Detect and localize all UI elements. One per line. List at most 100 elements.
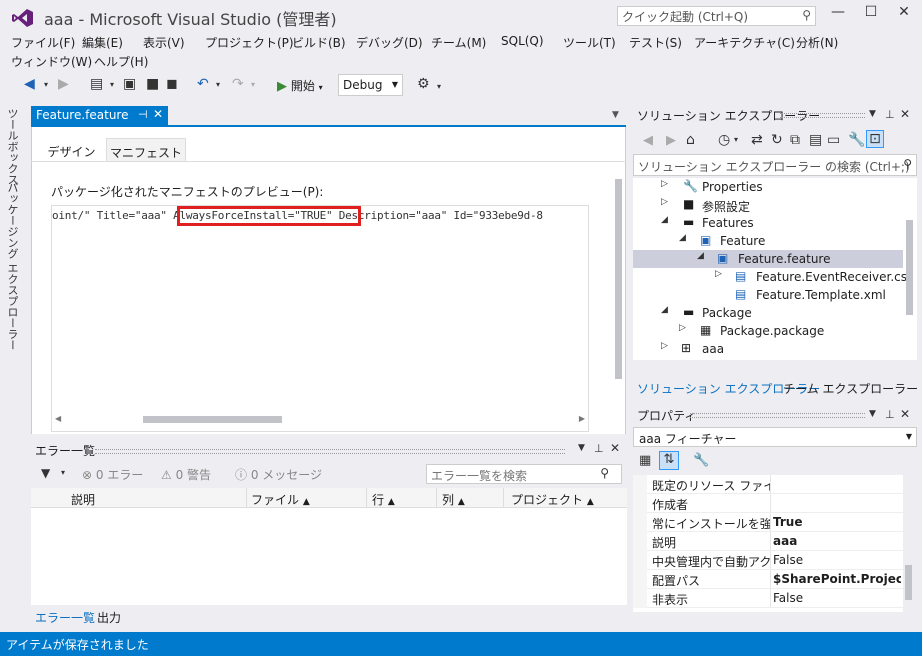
history-icon[interactable]: ◷ [718, 132, 730, 148]
tab-design[interactable]: デザイン [43, 138, 100, 162]
scroll-left-icon[interactable]: ◀ [55, 414, 61, 423]
tab-output[interactable]: 出力 [97, 609, 121, 626]
undo-icon[interactable]: ↶ [197, 76, 209, 92]
window-position-icon[interactable]: ▼ [869, 409, 876, 419]
close-icon[interactable]: ✕ [610, 441, 620, 455]
menu-architecture[interactable]: アーキテクチャ(C) [694, 34, 795, 51]
undo-dropdown-icon[interactable]: ▾ [216, 80, 220, 89]
forward-icon[interactable]: ▶ [58, 76, 69, 92]
property-pages-icon[interactable]: 🔧 [693, 453, 709, 468]
collapse-all-icon[interactable]: ⧉ [790, 132, 800, 148]
property-row-always-force-install[interactable]: 常にインストールを強制 True [633, 513, 903, 532]
tree-item-properties[interactable]: ▷ 🔧 Properties [633, 178, 903, 196]
preview-selected-icon[interactable]: ⊡ [866, 130, 884, 148]
property-row[interactable]: 非表示 False [633, 589, 903, 608]
save-all-icon[interactable]: ◼ [166, 76, 178, 92]
column-project[interactable]: プロジェクト ▲ [511, 491, 594, 508]
start-debug-button[interactable]: ▶ 開始 ▾ [277, 77, 323, 94]
error-list-search-input[interactable]: エラー一覧を検索 ⚲ [426, 464, 622, 484]
property-row[interactable]: 既定のリソース ファイル [633, 475, 903, 494]
errors-filter-button[interactable]: ⊗ 0 エラー [82, 466, 143, 483]
tab-team-explorer[interactable]: チーム エクスプローラー [783, 380, 918, 397]
packaging-explorer-tab[interactable]: パッケージング エクスプローラー [4, 182, 20, 351]
back-icon[interactable]: ◀ [643, 133, 653, 148]
scroll-thumb[interactable] [615, 179, 622, 379]
document-list-dropdown-icon[interactable]: ▼ [612, 110, 619, 120]
menu-file[interactable]: ファイル(F) [11, 34, 75, 51]
tree-item-package[interactable]: ▷ ▦ Package.package [633, 322, 903, 340]
home-icon[interactable]: ⌂ [686, 132, 695, 148]
column-description[interactable]: 説明 [71, 491, 95, 508]
tab-error-list[interactable]: エラー一覧 [35, 609, 95, 626]
properties-scrollbar[interactable] [903, 475, 915, 612]
menu-team[interactable]: チーム(M) [431, 34, 486, 51]
scroll-thumb[interactable] [906, 220, 913, 315]
close-icon[interactable]: ✕ [900, 107, 910, 121]
tree-item-feature-file[interactable]: ◢ ▣ Feature.feature [633, 250, 903, 268]
collapse-arrow-icon[interactable]: ◢ [661, 215, 668, 225]
show-all-files-icon[interactable]: ▤ [809, 132, 822, 148]
solution-explorer-search-input[interactable]: ソリューション エクスプローラー の検索 (Ctrl+;) ⚲ [633, 154, 917, 176]
column-file[interactable]: ファイル ▲ [251, 491, 310, 508]
close-icon[interactable]: ✕ [900, 407, 910, 421]
close-window-button[interactable]: ✕ [890, 4, 918, 24]
expand-arrow-icon[interactable]: ▷ [679, 323, 686, 333]
tree-item-features-folder[interactable]: ◢ ▬ Features [633, 214, 903, 232]
filter-icon[interactable]: ▼ [41, 466, 50, 480]
tree-item-feature[interactable]: ◢ ▣ Feature [633, 232, 903, 250]
menu-build[interactable]: ビルド(B) [292, 34, 346, 51]
menu-project[interactable]: プロジェクト(P) [205, 34, 294, 51]
categorized-icon[interactable]: ▦ [639, 453, 651, 468]
wrench-icon[interactable]: 🔧 [848, 132, 865, 148]
refresh-icon[interactable]: ↻ [771, 132, 783, 148]
tree-item-project[interactable]: ▷ ⊞ aaa [633, 340, 903, 358]
property-value[interactable]: aaa [773, 534, 901, 548]
menu-test[interactable]: テスト(S) [629, 34, 682, 51]
collapse-arrow-icon[interactable]: ◢ [697, 251, 704, 261]
save-icon[interactable]: ■ [146, 76, 159, 92]
tree-item-references[interactable]: ▷ ■ 参照設定 [633, 196, 903, 214]
tab-manifest[interactable]: マニフェスト [106, 138, 186, 162]
designer-vertical-scrollbar[interactable] [613, 165, 623, 427]
pin-icon[interactable]: ⊥ [594, 442, 604, 455]
menu-debug[interactable]: デバッグ(D) [356, 34, 423, 51]
property-value[interactable]: $SharePoint.Project [773, 572, 901, 586]
properties-object-select[interactable]: aaa フィーチャー ▼ [633, 427, 917, 447]
maximize-button[interactable]: ☐ [857, 4, 885, 24]
toolbar-options-icon[interactable]: ▾ [437, 82, 441, 91]
tree-item-event-receiver[interactable]: ▷ ▤ Feature.EventReceiver.cs [633, 268, 907, 286]
back-dropdown-icon[interactable]: ▾ [44, 80, 48, 89]
sync-icon[interactable]: ⇄ [751, 132, 763, 148]
tree-item-package-folder[interactable]: ◢ ▬ Package [633, 304, 903, 322]
expand-arrow-icon[interactable]: ▷ [661, 179, 668, 189]
toolbox-tab[interactable]: ツールボックス [4, 108, 20, 185]
solution-tree-scrollbar[interactable] [905, 180, 915, 360]
property-value[interactable]: True [773, 515, 901, 529]
collapse-arrow-icon[interactable]: ◢ [661, 305, 668, 315]
open-file-icon[interactable]: ▣ [123, 76, 136, 92]
warnings-filter-button[interactable]: ⚠ 0 警告 [161, 466, 211, 483]
property-row[interactable]: 中央管理内で自動アクテ False [633, 551, 903, 570]
solution-configuration-select[interactable]: Debug ▼ [338, 74, 403, 96]
menu-view[interactable]: 表示(V) [143, 34, 185, 51]
document-tab-feature[interactable]: Feature.feature ⊣ ✕ [31, 106, 168, 126]
view-code-icon[interactable]: ▭ [827, 132, 840, 148]
attach-process-icon[interactable]: ⚙ [417, 76, 430, 92]
filter-dropdown-icon[interactable]: ▾ [61, 468, 65, 477]
window-position-icon[interactable]: ▼ [869, 109, 876, 119]
scroll-right-icon[interactable]: ▶ [579, 414, 585, 423]
column-line[interactable]: 行 ▲ [372, 491, 395, 508]
collapse-arrow-icon[interactable]: ◢ [679, 233, 686, 243]
history-dropdown-icon[interactable]: ▾ [734, 135, 738, 144]
redo-dropdown-icon[interactable]: ▾ [251, 80, 255, 89]
pin-icon[interactable]: ⊥ [885, 108, 895, 121]
close-icon[interactable]: ✕ [153, 107, 163, 121]
property-row[interactable]: 作成者 [633, 494, 903, 513]
menu-analyze[interactable]: 分析(N) [796, 34, 838, 51]
manifest-preview-text[interactable]: oint/" Title="aaa" AlwaysForceInstall="T… [51, 205, 589, 432]
manifest-horizontal-scrollbar[interactable]: ◀ ▶ [55, 414, 585, 426]
scroll-thumb[interactable] [905, 565, 912, 600]
expand-arrow-icon[interactable]: ▷ [715, 269, 722, 279]
new-project-icon[interactable]: ▤ [90, 76, 103, 92]
property-row[interactable]: 配置パス $SharePoint.Project [633, 570, 903, 589]
